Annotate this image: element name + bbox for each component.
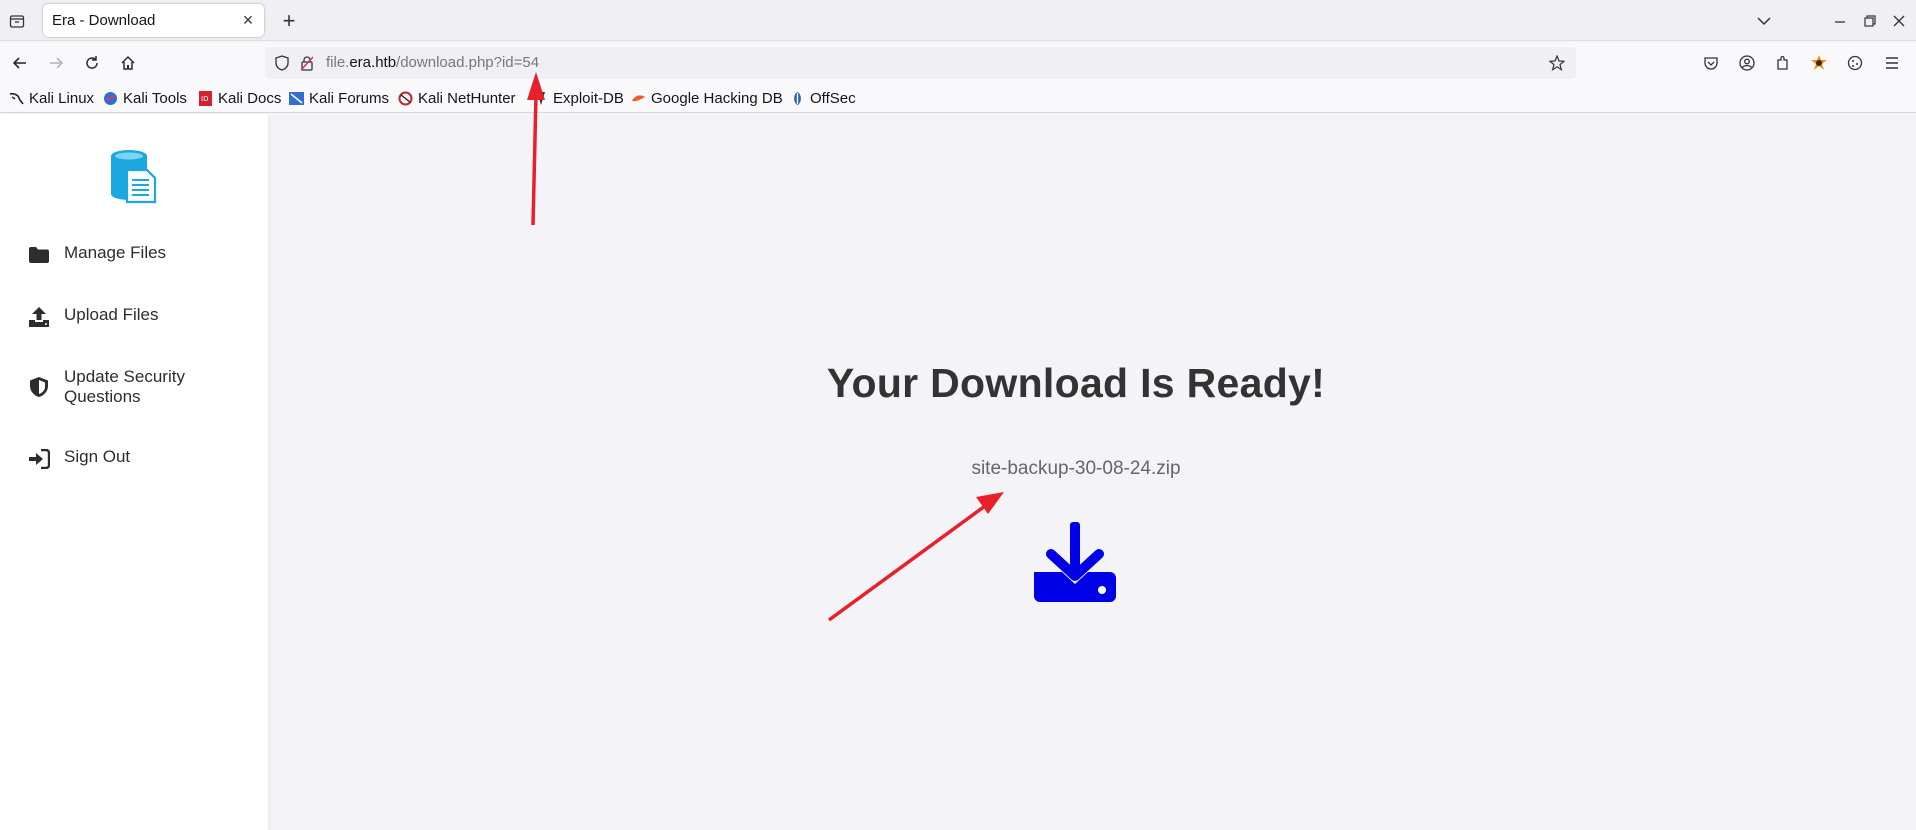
hamburger-menu-icon[interactable]	[1878, 49, 1906, 77]
page-title: Your Download Is Ready!	[826, 360, 1326, 406]
bookmark-star-icon[interactable]	[1546, 52, 1568, 74]
folder-icon	[27, 243, 51, 267]
sidebar-item-label: Manage Files	[64, 243, 167, 262]
tab-title: Era - Download	[52, 12, 156, 29]
burp-extension-icon[interactable]	[1805, 49, 1833, 77]
bookmark-kali-linux[interactable]: Kali Linux	[9, 89, 94, 107]
kali-docs-icon: ID	[198, 90, 213, 106]
bookmark-kali-tools[interactable]: Kali Tools	[103, 89, 187, 107]
url-host: era.htb	[349, 54, 397, 71]
browser-navigation-bar: file.era.htb/download.php?id=54	[0, 42, 1916, 83]
bookmark-google-hacking-db[interactable]: Google Hacking DB	[631, 89, 783, 107]
reload-icon[interactable]	[78, 49, 106, 77]
bookmark-label: Kali Tools	[123, 89, 187, 107]
insecure-lock-icon[interactable]	[297, 53, 317, 73]
sidebar-item-upload-files[interactable]: Upload Files	[27, 305, 257, 329]
cookie-extension-icon[interactable]	[1841, 49, 1869, 77]
kali-tools-icon	[103, 91, 118, 106]
kali-dragon-icon	[9, 91, 24, 106]
close-tab-icon[interactable]: ×	[238, 10, 258, 30]
bookmark-exploit-db[interactable]: Exploit-DB	[533, 89, 624, 107]
bookmark-label: Exploit-DB	[553, 89, 624, 107]
download-icon[interactable]	[1034, 522, 1116, 602]
bookmark-offsec[interactable]: OffSec	[790, 89, 856, 107]
url-path: /download.php?id=54	[396, 54, 540, 71]
sidebar-item-label: Sign Out	[64, 447, 131, 466]
bookmark-label: Kali Linux	[29, 89, 95, 107]
kali-forums-icon	[289, 91, 304, 106]
shield-icon	[27, 375, 51, 399]
upload-icon	[27, 305, 51, 329]
offsec-icon	[790, 91, 805, 106]
close-window-icon[interactable]	[1886, 8, 1912, 34]
bookmark-kali-docs[interactable]: ID Kali Docs	[198, 89, 281, 107]
list-all-tabs-icon[interactable]	[1751, 8, 1777, 34]
bookmark-label: Kali NetHunter	[418, 89, 516, 107]
sidebar-item-label: Upload Files	[64, 305, 159, 324]
file-database-icon	[109, 148, 157, 204]
bookmark-label: OffSec	[810, 89, 856, 107]
main-content: Your Download Is Ready! site-backup-30-0…	[268, 114, 1916, 830]
bookmarks-toolbar: Kali Linux Kali Tools ID Kali Docs Kali …	[0, 83, 1916, 113]
minimize-icon[interactable]	[1827, 8, 1853, 34]
address-bar[interactable]: file.era.htb/download.php?id=54	[265, 47, 1576, 79]
ghdb-icon	[631, 91, 646, 106]
pocket-icon[interactable]	[1697, 49, 1725, 77]
exploit-db-icon	[533, 91, 548, 106]
bookmark-label: Kali Forums	[309, 89, 390, 107]
sidebar-item-update-security-questions[interactable]: Update Security Questions	[27, 367, 227, 407]
sidebar-item-label: Update Security Questions	[64, 367, 185, 406]
svg-text:ID: ID	[201, 95, 208, 103]
bookmark-kali-nethunter[interactable]: Kali NetHunter	[398, 89, 516, 107]
bookmark-kali-forums[interactable]: Kali Forums	[289, 89, 389, 107]
home-icon[interactable]	[114, 49, 142, 77]
sidebar: Manage Files Upload Files Update Securit…	[0, 114, 268, 830]
tab-list-icon[interactable]	[6, 10, 28, 32]
bookmark-label: Kali Docs	[218, 89, 282, 107]
bookmark-label: Google Hacking DB	[651, 89, 783, 107]
active-tab[interactable]: Era - Download ×	[43, 4, 264, 37]
forward-arrow-icon[interactable]	[42, 49, 70, 77]
browser-tab-bar: Era - Download × +	[0, 0, 1916, 41]
new-tab-icon[interactable]: +	[276, 8, 302, 34]
back-arrow-icon[interactable]	[6, 49, 34, 77]
sidebar-item-manage-files[interactable]: Manage Files	[27, 243, 257, 267]
restore-icon[interactable]	[1857, 8, 1883, 34]
account-icon[interactable]	[1733, 49, 1761, 77]
url-text[interactable]: file.era.htb/download.php?id=54	[326, 54, 539, 71]
shield-tracking-icon[interactable]	[272, 53, 292, 73]
sidebar-item-sign-out[interactable]: Sign Out	[27, 447, 257, 471]
download-filename: site-backup-30-08-24.zip	[971, 458, 1181, 479]
extensions-icon[interactable]	[1769, 49, 1797, 77]
kali-nethunter-icon	[398, 91, 413, 106]
url-prefix: file.	[326, 54, 350, 71]
sign-out-icon	[27, 447, 51, 471]
